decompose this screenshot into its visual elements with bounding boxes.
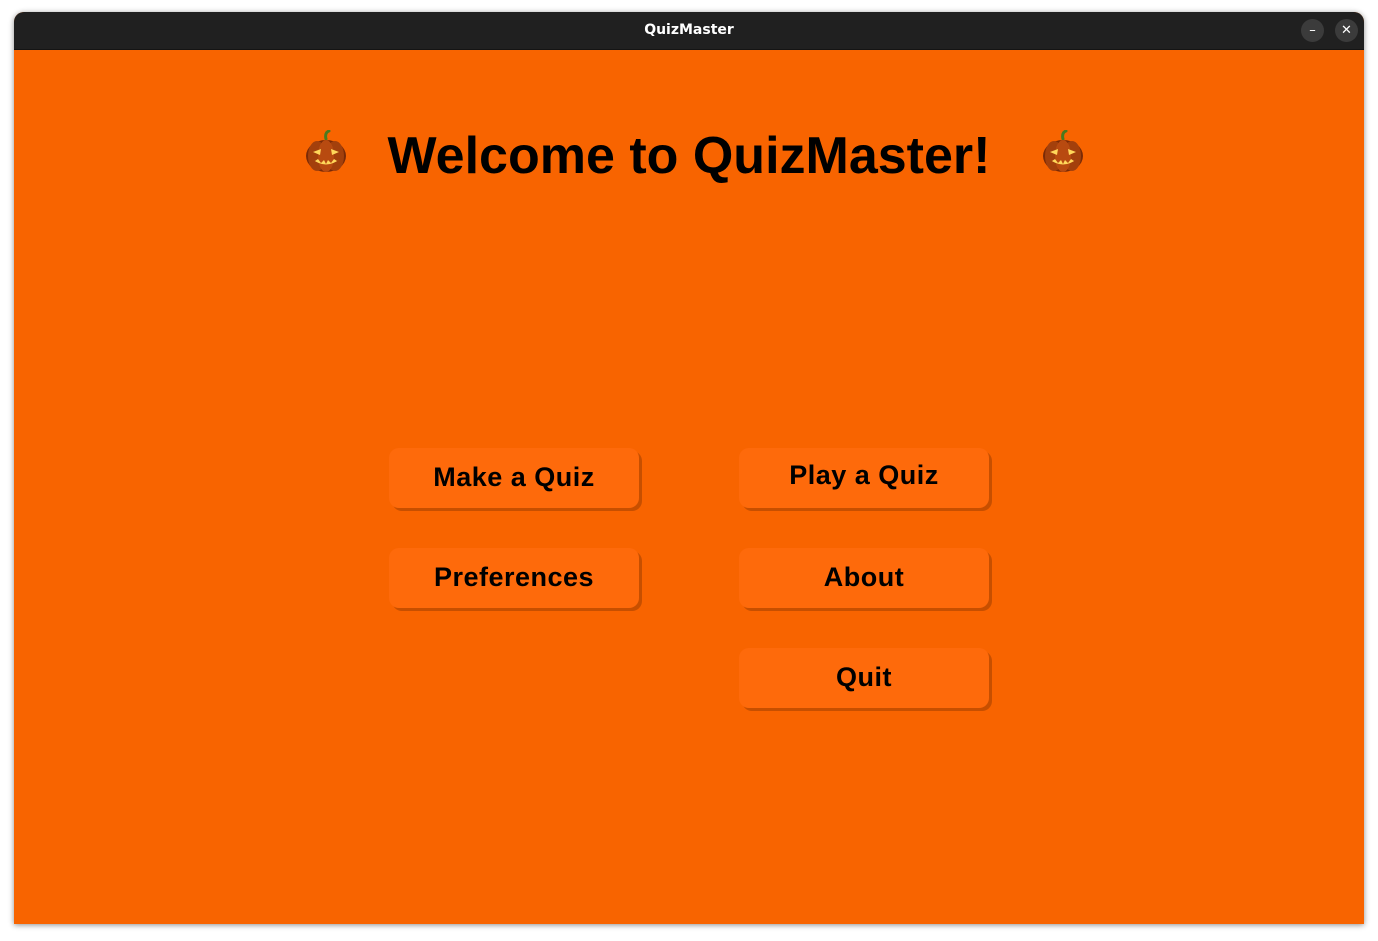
preferences-button[interactable]: Preferences (389, 548, 639, 608)
minimize-button[interactable]: – (1301, 19, 1324, 42)
play-quiz-button[interactable]: Play a Quiz (739, 448, 989, 508)
about-button[interactable]: About (739, 548, 989, 608)
welcome-heading: Welcome to QuizMaster! (387, 127, 991, 185)
main-content: Welcome to QuizMaster! Make a Quiz Play … (14, 50, 1364, 924)
make-quiz-button[interactable]: Make a Quiz (389, 448, 639, 508)
close-button[interactable]: ✕ (1335, 19, 1358, 42)
title-bar[interactable]: QuizMaster – ✕ (14, 12, 1364, 50)
window-title: QuizMaster (644, 22, 734, 38)
jack-o-lantern-icon (1043, 130, 1083, 172)
quit-button[interactable]: Quit (739, 648, 989, 708)
app-window: QuizMaster – ✕ Welcome to QuizMaster! Ma… (14, 12, 1364, 924)
